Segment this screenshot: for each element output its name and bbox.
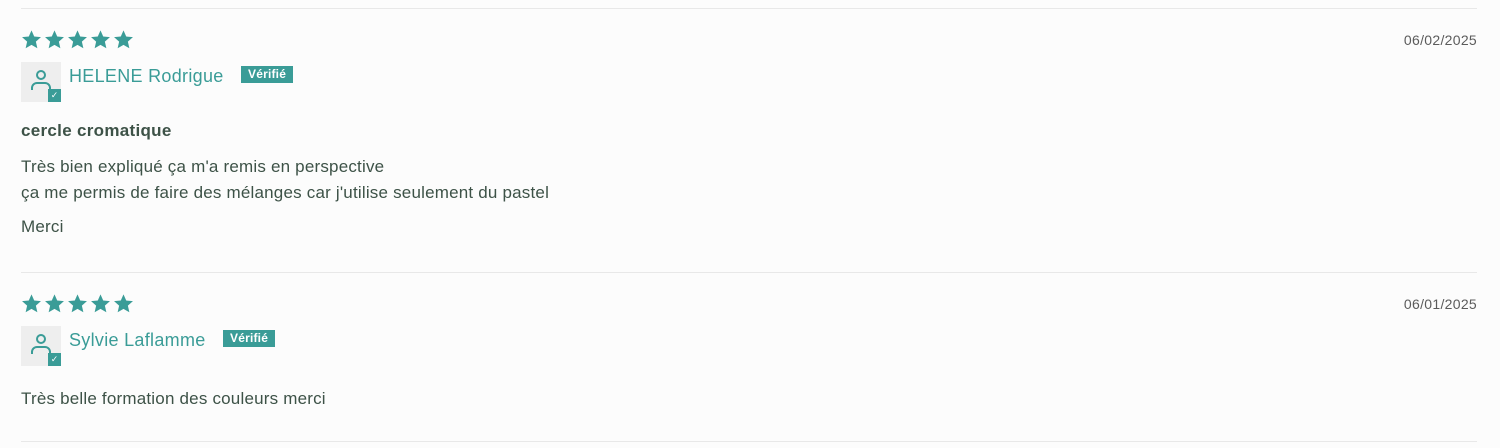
review-title: cercle cromatique bbox=[21, 121, 172, 140]
star-icon bbox=[67, 29, 88, 50]
review-text-line: ça me permis de faire des mélanges car j… bbox=[21, 183, 550, 202]
check-icon: ✓ bbox=[48, 353, 61, 366]
review-date: 06/01/2025 bbox=[1403, 296, 1477, 312]
review-body: Très belle formation des couleurs merci bbox=[21, 386, 1477, 412]
star-icon bbox=[90, 293, 111, 314]
check-icon: ✓ bbox=[48, 89, 61, 102]
review-author: ✓ HELENE Rodrigue Vérifié bbox=[21, 62, 1477, 102]
review-date: 06/02/2025 bbox=[1403, 32, 1477, 48]
star-icon bbox=[21, 29, 42, 50]
star-icon bbox=[113, 293, 134, 314]
verified-badge: Vérifié bbox=[241, 66, 294, 83]
avatar: ✓ bbox=[21, 326, 61, 366]
divider bbox=[21, 441, 1477, 442]
review-body: Très bien expliqué ça m'a remis en persp… bbox=[21, 154, 1477, 240]
star-icon bbox=[90, 29, 111, 50]
avatar: ✓ bbox=[21, 62, 61, 102]
verified-badge: Vérifié bbox=[223, 330, 276, 347]
star-icon bbox=[44, 293, 65, 314]
star-rating bbox=[21, 29, 1477, 51]
star-rating bbox=[21, 293, 1477, 315]
star-icon bbox=[113, 29, 134, 50]
author-name: Sylvie Laflamme bbox=[69, 330, 206, 350]
review-author: ✓ Sylvie Laflamme Vérifié bbox=[21, 326, 1477, 366]
star-icon bbox=[67, 293, 88, 314]
review-text-line: Très belle formation des couleurs merci bbox=[21, 389, 326, 408]
star-icon bbox=[44, 29, 65, 50]
review-text-line: Très bien expliqué ça m'a remis en persp… bbox=[21, 157, 385, 176]
star-icon bbox=[21, 293, 42, 314]
review-item: 06/01/2025 ✓ Sylvie Laflamme Vérifié Trè… bbox=[21, 273, 1477, 441]
author-name: HELENE Rodrigue bbox=[69, 66, 224, 86]
reviews-list: 06/02/2025 ✓ HELENE Rodrigue Vérifié cer… bbox=[21, 0, 1477, 442]
review-item: 06/02/2025 ✓ HELENE Rodrigue Vérifié cer… bbox=[21, 9, 1477, 272]
review-text-line: Merci bbox=[21, 217, 64, 236]
